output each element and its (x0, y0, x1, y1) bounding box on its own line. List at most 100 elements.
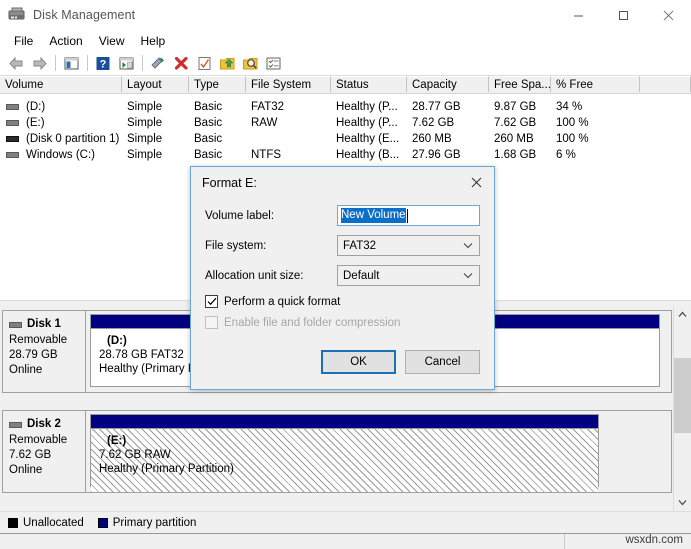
cell-percent-free: 100 % (556, 117, 589, 129)
dialog-body: Volume label: New Volume File system: FA… (191, 199, 494, 329)
cell-free-space: 1.68 GB (494, 149, 537, 161)
disk-2-size: 7.62 GB (9, 449, 52, 461)
rescan-disks-icon[interactable] (216, 53, 238, 74)
ok-button[interactable]: OK (321, 350, 396, 374)
dialog-button-row: OK Cancel (312, 350, 480, 374)
column-header-status[interactable]: Status (331, 76, 407, 92)
show-action-pane-icon[interactable] (115, 53, 137, 74)
menu-view[interactable]: View (91, 32, 133, 50)
minimize-button[interactable] (556, 0, 601, 30)
partition-e-color-bar (91, 415, 598, 429)
column-header-volume[interactable]: Volume (0, 76, 122, 92)
properties-icon[interactable] (147, 53, 169, 74)
quick-format-checkbox[interactable] (205, 295, 218, 308)
scrollbar-thumb[interactable] (674, 358, 691, 433)
text-caret (406, 208, 408, 223)
cell-layout: Simple (127, 133, 163, 145)
disk-1-name-row: Disk 1 (9, 317, 85, 332)
search-icon[interactable] (239, 53, 261, 74)
scroll-down-icon[interactable] (674, 494, 691, 511)
scrollbar-track[interactable] (674, 323, 691, 494)
legend-label-unallocated: Unallocated (23, 516, 84, 529)
allocation-unit-size-value: Default (343, 269, 380, 282)
cell-status: Healthy (E... (336, 133, 400, 145)
maximize-button[interactable] (601, 0, 646, 30)
volume-label-input[interactable]: New Volume (337, 205, 480, 226)
help-icon[interactable]: ? (92, 53, 114, 74)
cell-volume: (Disk 0 partition 1) (0, 131, 122, 147)
graphical-pane-scrollbar[interactable] (673, 306, 691, 511)
cell-volume: (D:) (0, 99, 122, 115)
toolbar: ? (0, 51, 691, 76)
show-console-tree-icon[interactable] (60, 53, 82, 74)
cell-layout: Simple (127, 149, 163, 161)
disk-icon (9, 421, 22, 428)
table-row[interactable]: (E:) Simple Basic RAW Healthy (P... 7.62… (0, 115, 691, 131)
back-arrow-icon[interactable] (5, 53, 27, 74)
disk-2-media: Removable (9, 434, 68, 446)
cell-file-system (246, 131, 331, 147)
compression-label: Enable file and folder compression (224, 316, 401, 329)
cell-layout: Simple (127, 117, 163, 129)
partition-e-status: Healthy (Primary Partition) (99, 463, 234, 475)
allocation-unit-size-select[interactable]: Default (337, 265, 480, 286)
table-row[interactable]: (D:) Simple Basic FAT32 Healthy (P... 28… (0, 99, 691, 115)
cell-volume-label: (Disk 0 partition 1) (26, 133, 120, 145)
legend-swatch-primary-partition (97, 517, 108, 528)
cell-file-system: NTFS (251, 149, 282, 161)
menu-bar: File Action View Help (0, 30, 691, 51)
table-row[interactable]: (Disk 0 partition 1) Simple Basic Health… (0, 131, 691, 147)
cell-free-space: 7.62 GB (494, 117, 537, 129)
volume-icon (6, 120, 19, 126)
disk-management-window: Disk Management File Action View Help ? … (0, 0, 691, 549)
cell-type: Basic (194, 149, 223, 161)
close-button[interactable] (646, 0, 691, 30)
forward-arrow-icon[interactable] (28, 53, 50, 74)
menu-action[interactable]: Action (41, 32, 90, 50)
column-header-layout[interactable]: Layout (122, 76, 189, 92)
compression-checkbox (205, 316, 218, 329)
column-header-type[interactable]: Type (189, 76, 246, 92)
checkbox-row-quick-format[interactable]: Perform a quick format (205, 295, 480, 308)
partition-e-details: (E:) 7.62 GB RAW Healthy (Primary Partit… (91, 429, 598, 492)
cell-file-system: FAT32 (251, 101, 285, 113)
cell-volume-label: Windows (C:) (26, 149, 96, 161)
legend-swatch-unallocated (8, 517, 18, 528)
column-header-capacity[interactable]: Capacity (407, 76, 489, 92)
dialog-close-button[interactable] (458, 167, 494, 197)
cell-volume-label: (E:) (26, 117, 45, 129)
column-header-free-space[interactable]: Free Spa... (489, 76, 551, 92)
file-system-select[interactable]: FAT32 (337, 235, 480, 256)
column-header-filler[interactable] (640, 76, 691, 92)
status-bar (0, 533, 691, 549)
label-allocation-unit-size: Allocation unit size: (205, 269, 304, 282)
refresh-icon[interactable] (193, 53, 215, 74)
disk-2-info: Disk 2 Removable 7.62 GB Online (3, 411, 86, 492)
cell-capacity: 28.77 GB (412, 101, 461, 113)
dialog-title-bar: Format E: (191, 167, 494, 199)
partition-e[interactable]: (E:) 7.62 GB RAW Healthy (Primary Partit… (90, 414, 599, 492)
disk-row-2[interactable]: Disk 2 Removable 7.62 GB Online (E:) 7.6… (2, 410, 672, 493)
cell-volume: (E:) (0, 115, 122, 131)
list-view-icon[interactable] (262, 53, 284, 74)
label-file-system: File system: (205, 239, 267, 252)
quick-format-label: Perform a quick format (224, 295, 341, 308)
cell-type: Basic (194, 117, 223, 129)
watermark: wsxdn.com (625, 534, 683, 546)
menu-file[interactable]: File (6, 32, 41, 50)
status-cell-main (0, 534, 566, 549)
disk-2-state: Online (9, 464, 43, 476)
column-header-percent-free[interactable]: % Free (551, 76, 640, 92)
delete-icon[interactable] (170, 53, 192, 74)
volume-icon (6, 136, 19, 142)
cancel-button[interactable]: Cancel (405, 350, 480, 374)
table-row[interactable]: Windows (C:) Simple Basic NTFS Healthy (… (0, 147, 691, 163)
column-header-file-system[interactable]: File System (246, 76, 331, 92)
disk-drive-icon (8, 7, 26, 23)
cell-percent-free: 34 % (556, 101, 583, 113)
title-bar: Disk Management (0, 0, 691, 30)
scroll-up-icon[interactable] (674, 306, 691, 323)
cell-volume: Windows (C:) (0, 147, 122, 163)
disk-2-body: (E:) 7.62 GB RAW Healthy (Primary Partit… (86, 411, 671, 492)
menu-help[interactable]: Help (133, 32, 174, 50)
